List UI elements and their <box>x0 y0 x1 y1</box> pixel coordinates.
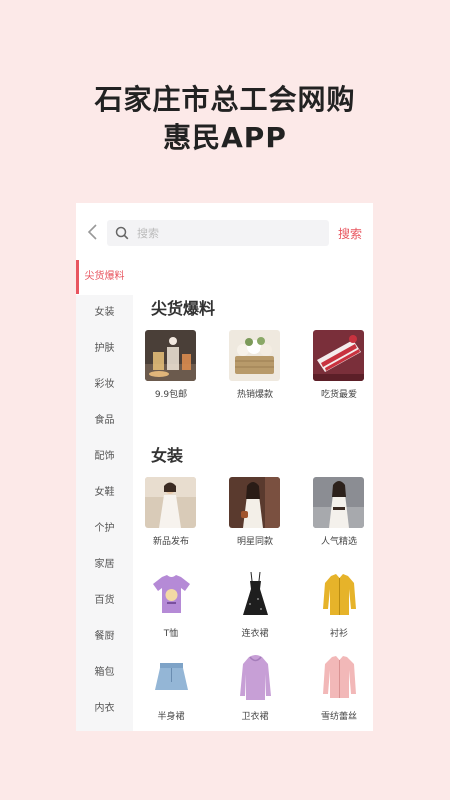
category-label: 半身裙 <box>157 712 185 722</box>
search-bar: 搜索 <box>76 203 373 259</box>
category-cell[interactable]: 热销爆款 <box>225 330 285 400</box>
sidebar-item-makeup[interactable]: 彩妆 <box>76 367 133 403</box>
back-arrow-icon[interactable] <box>86 223 100 241</box>
category-label: 衬衫 <box>329 629 348 639</box>
sidebar-item-underwear[interactable]: 内衣 <box>76 691 133 727</box>
black-dress-icon <box>229 569 281 620</box>
sidebar-item-womens-clothing[interactable]: 女装 <box>76 295 133 331</box>
category-cell[interactable]: 人气精选 <box>309 477 369 547</box>
model-photo-icon <box>229 477 280 528</box>
flower-basket-photo-icon <box>229 330 280 381</box>
sidebar-item-womens-shoes[interactable]: 女鞋 <box>76 475 133 511</box>
category-label: 连衣裙 <box>241 629 269 639</box>
category-label: 热销爆款 <box>236 390 273 400</box>
sidebar-item-kitchen[interactable]: 餐厨 <box>76 619 133 655</box>
cake-photo-icon <box>313 330 364 381</box>
sidebar-item-skincare[interactable]: 护肤 <box>76 331 133 367</box>
category-label: 新品发布 <box>152 537 189 547</box>
category-label: 9.9包邮 <box>154 390 188 400</box>
sidebar-item-accessories[interactable]: 配饰 <box>76 439 133 475</box>
sidebar-item-general-goods[interactable]: 百货 <box>76 583 133 619</box>
drinks-photo-icon <box>145 330 196 381</box>
sidebar-item-food[interactable]: 食品 <box>76 403 133 439</box>
category-label: 雪纺蕾丝 <box>320 712 357 722</box>
category-label: 人气精选 <box>320 537 357 547</box>
category-content: 尖货爆料 9.9包邮 热销爆款 吃货最爱 女装 新品发布 明星同款 人气精选 T… <box>133 259 373 731</box>
search-box[interactable] <box>107 220 329 246</box>
sidebar-item-home[interactable]: 家居 <box>76 547 133 583</box>
category-cell[interactable]: 吃货最爱 <box>309 330 369 400</box>
search-icon <box>115 226 129 240</box>
promo-title-line2: 惠民APP <box>163 121 287 154</box>
category-label: T恤 <box>163 629 179 639</box>
category-cell[interactable]: T恤 <box>141 569 201 639</box>
category-cell[interactable]: 新品发布 <box>141 477 201 547</box>
search-button[interactable]: 搜索 <box>338 225 362 242</box>
category-sidebar: 尖货爆料 女装 护肤 彩妆 食品 配饰 女鞋 个护 家居 百货 餐厨 箱包 内衣 <box>76 259 133 731</box>
sidebar-item-hot[interactable]: 尖货爆料 <box>76 259 133 295</box>
category-cell[interactable]: 9.9包邮 <box>141 330 201 400</box>
model-photo-icon <box>145 477 196 528</box>
app-screen: 搜索 尖货爆料 女装 护肤 彩妆 食品 配饰 女鞋 个护 家居 百货 餐厨 箱包… <box>76 203 373 731</box>
category-label: 吃货最爱 <box>320 390 357 400</box>
category-label: 明星同款 <box>236 537 273 547</box>
promo-title-line1: 石家庄市总工会网购 <box>94 83 356 116</box>
category-cell[interactable]: 雪纺蕾丝 <box>309 652 369 722</box>
blouse-icon <box>313 652 365 703</box>
category-cell[interactable]: 半身裙 <box>141 652 201 722</box>
category-cell[interactable]: 卫衣裙 <box>225 652 285 722</box>
shirt-icon <box>313 569 365 620</box>
tshirt-icon <box>145 569 197 620</box>
category-label: 卫衣裙 <box>241 712 269 722</box>
hoodie-icon <box>229 652 281 703</box>
category-cell[interactable]: 明星同款 <box>225 477 285 547</box>
section-title: 尖货爆料 <box>151 299 216 318</box>
sidebar-item-personal-care[interactable]: 个护 <box>76 511 133 547</box>
search-input[interactable] <box>137 220 317 246</box>
skirt-icon <box>145 652 197 703</box>
category-cell[interactable]: 衬衫 <box>309 569 369 639</box>
sidebar-item-bags[interactable]: 箱包 <box>76 655 133 691</box>
model-photo-icon <box>313 477 364 528</box>
category-cell[interactable]: 连衣裙 <box>225 569 285 639</box>
section-title: 女装 <box>151 446 184 465</box>
